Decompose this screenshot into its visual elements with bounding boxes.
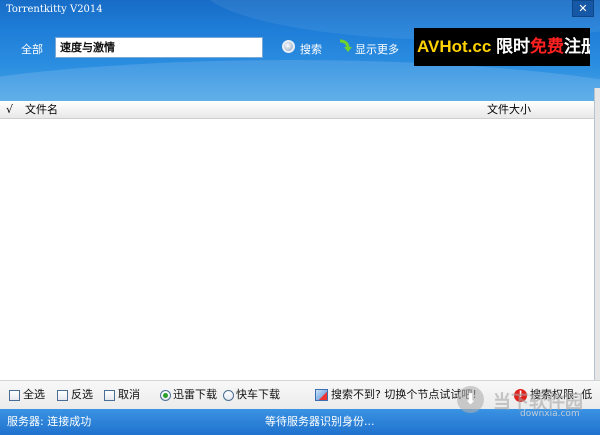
- search-icon[interactable]: [282, 40, 295, 53]
- status-bar: 服务器: 连接成功 等待服务器识别身份...: [0, 409, 600, 435]
- header-wave-decoration: [0, 60, 600, 101]
- window-title: Torrentkitty V2014: [6, 4, 103, 15]
- ad-limited-text: 限时: [496, 37, 531, 56]
- flashget-download-radio[interactable]: [223, 390, 234, 401]
- ad-free-text: 免费: [530, 37, 565, 56]
- cancel-checkbox[interactable]: [104, 390, 115, 401]
- search-permission-label: 搜索权限: 低: [530, 388, 593, 401]
- thunder-download-radio[interactable]: [160, 390, 171, 401]
- flashget-download-label[interactable]: 快车下载: [236, 388, 280, 402]
- vertical-scrollbar[interactable]: [594, 88, 600, 409]
- invert-selection-label[interactable]: 反选: [71, 388, 93, 402]
- close-icon[interactable]: ✕: [572, 0, 594, 17]
- warning-icon: !: [514, 389, 527, 402]
- ad-banner[interactable]: AVHot.cc 限时免费注册!: [414, 28, 590, 66]
- invert-selection-checkbox[interactable]: [57, 390, 68, 401]
- server-status-text: 服务器: 连接成功: [7, 415, 92, 428]
- switch-node-hint-link[interactable]: 搜索不到? 切换个节点试试吧!: [331, 388, 477, 402]
- bottom-toolbar: 全选 反选 取消 迅雷下载 快车下载 搜索不到? 切换个节点试试吧! ! 搜索权…: [0, 380, 600, 409]
- column-header-check[interactable]: √: [6, 101, 13, 118]
- search-button[interactable]: 搜索: [300, 41, 322, 57]
- node-switch-icon[interactable]: [315, 389, 328, 401]
- show-more-icon[interactable]: [338, 38, 353, 53]
- search-scope-label[interactable]: 全部: [21, 41, 43, 57]
- status-message: 等待服务器识别身份...: [265, 415, 375, 428]
- select-all-checkbox[interactable]: [9, 390, 20, 401]
- select-all-label[interactable]: 全选: [23, 388, 45, 402]
- thunder-download-label[interactable]: 迅雷下载: [173, 388, 217, 402]
- ad-brand: AVHot.cc: [417, 37, 492, 56]
- header: Torrentkitty V2014 ✕ 全部 速度与激情 搜索 显示更多 AV…: [0, 0, 600, 101]
- column-header-filename[interactable]: 文件名: [25, 101, 58, 118]
- search-input[interactable]: 速度与激情: [55, 37, 263, 58]
- column-header-filesize[interactable]: 文件大小: [487, 101, 531, 118]
- ad-register-text: 注册!: [564, 37, 590, 56]
- cancel-label[interactable]: 取消: [118, 388, 140, 402]
- show-more-button[interactable]: 显示更多: [355, 41, 399, 57]
- table-header: √ 文件名 文件大小: [0, 101, 594, 119]
- results-list[interactable]: [0, 119, 594, 380]
